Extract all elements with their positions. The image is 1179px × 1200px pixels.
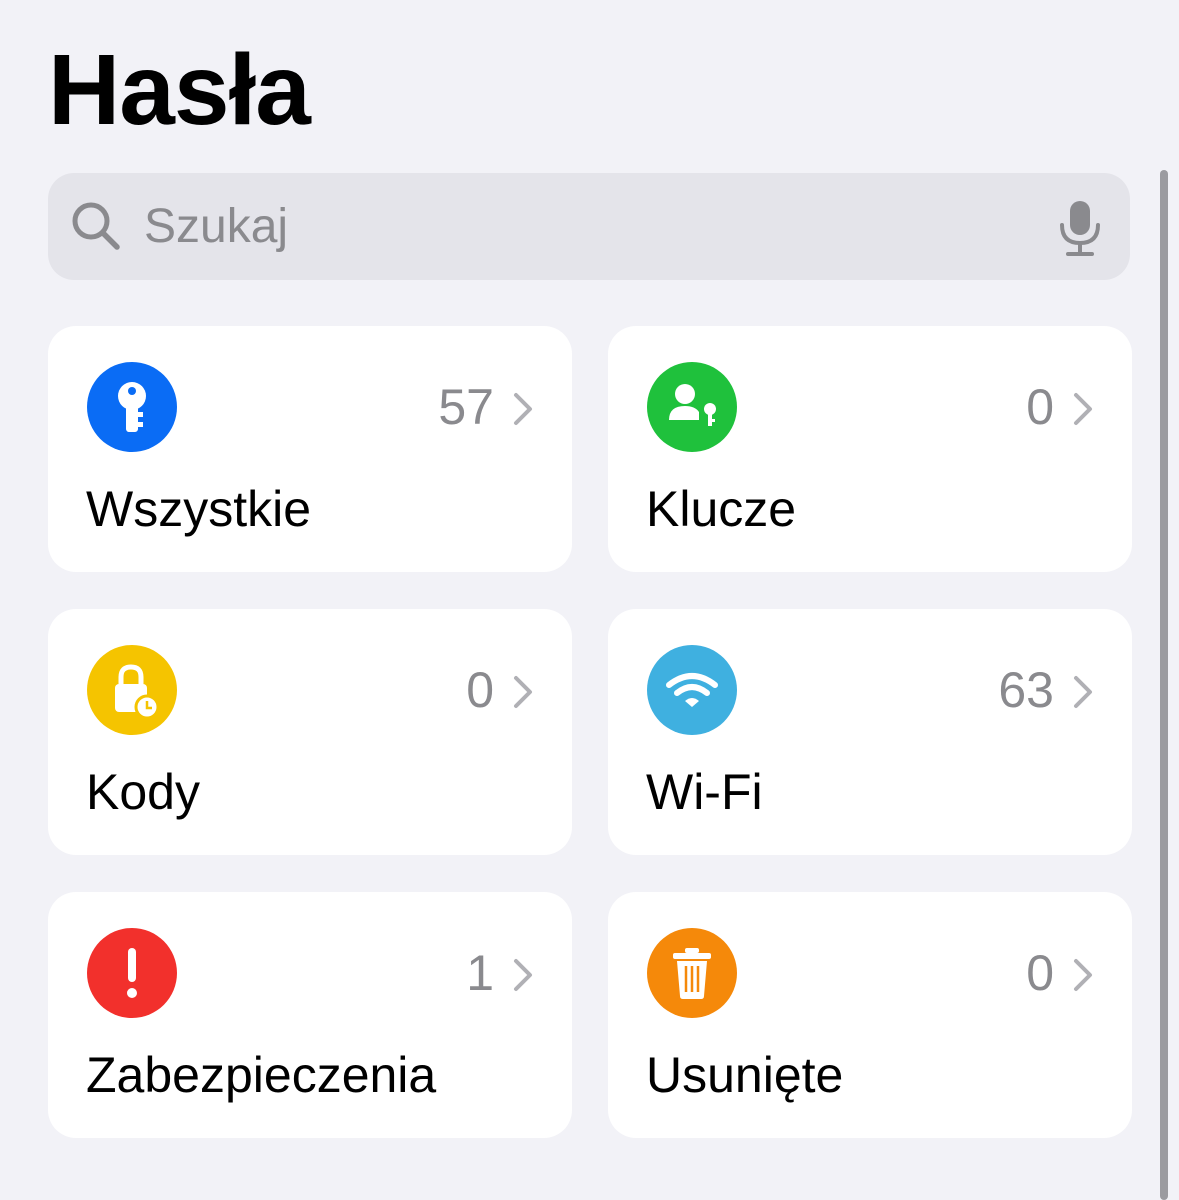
category-label: Klucze [646,481,797,537]
category-card-passkeys[interactable]: 0 Klucze [608,326,1132,572]
chevron-right-icon [1072,392,1094,426]
search-bar[interactable]: Szukaj [48,173,1130,280]
person-key-icon [647,362,737,452]
key-icon [87,362,177,452]
category-count: 57 [438,379,494,435]
wifi-icon [647,645,737,735]
category-label: Usunięte [646,1047,844,1103]
category-card-wifi[interactable]: 63 Wi-Fi [608,609,1132,855]
trash-icon [647,928,737,1018]
microphone-icon[interactable] [1058,199,1102,257]
chevron-right-icon [1072,675,1094,709]
category-label: Zabezpieczenia [86,1047,437,1103]
chevron-right-icon [1072,958,1094,992]
search-input[interactable]: Szukaj [144,197,288,257]
category-count: 63 [998,662,1054,718]
category-count: 0 [1026,945,1054,1001]
chevron-right-icon [512,392,534,426]
category-card-all[interactable]: 57 Wszystkie [48,326,572,572]
page-title: Hasła [48,34,311,146]
category-card-deleted[interactable]: 0 Usunięte [608,892,1132,1138]
scrollbar[interactable] [1160,170,1168,1200]
lock-clock-icon [87,645,177,735]
magnifying-glass-icon [70,200,122,252]
chevron-right-icon [512,958,534,992]
category-count: 1 [466,945,494,1001]
category-card-codes[interactable]: 0 Kody [48,609,572,855]
category-card-security[interactable]: 1 Zabezpieczenia [48,892,572,1138]
category-count: 0 [1026,379,1054,435]
category-label: Wszystkie [86,481,311,537]
exclamation-icon [87,928,177,1018]
chevron-right-icon [512,675,534,709]
category-label: Kody [86,764,200,820]
category-label: Wi-Fi [646,764,763,820]
category-count: 0 [466,662,494,718]
